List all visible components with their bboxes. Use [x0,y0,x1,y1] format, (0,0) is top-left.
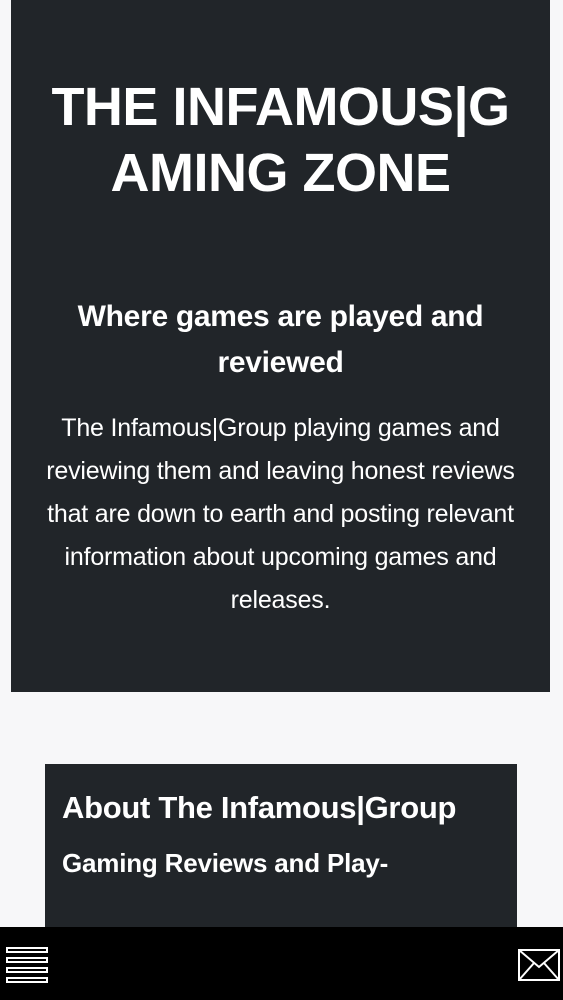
hero-section: THE INFAMOUS|GAMING ZONE Where games are… [11,0,550,692]
site-description: The Infamous|Group playing games and rev… [46,414,515,614]
hamburger-menu-icon [6,947,48,983]
envelope-icon [518,949,560,981]
about-subtitle: Gaming Reviews and Play- [62,848,389,878]
about-title: About The Infamous|Group [62,790,457,825]
menu-button[interactable] [6,947,48,983]
mail-button[interactable] [518,949,560,981]
site-title: THE INFAMOUS|GAMING ZONE [51,77,510,203]
site-tagline: Where games are played and reviewed [77,300,484,379]
bottom-toolbar [0,927,563,1000]
